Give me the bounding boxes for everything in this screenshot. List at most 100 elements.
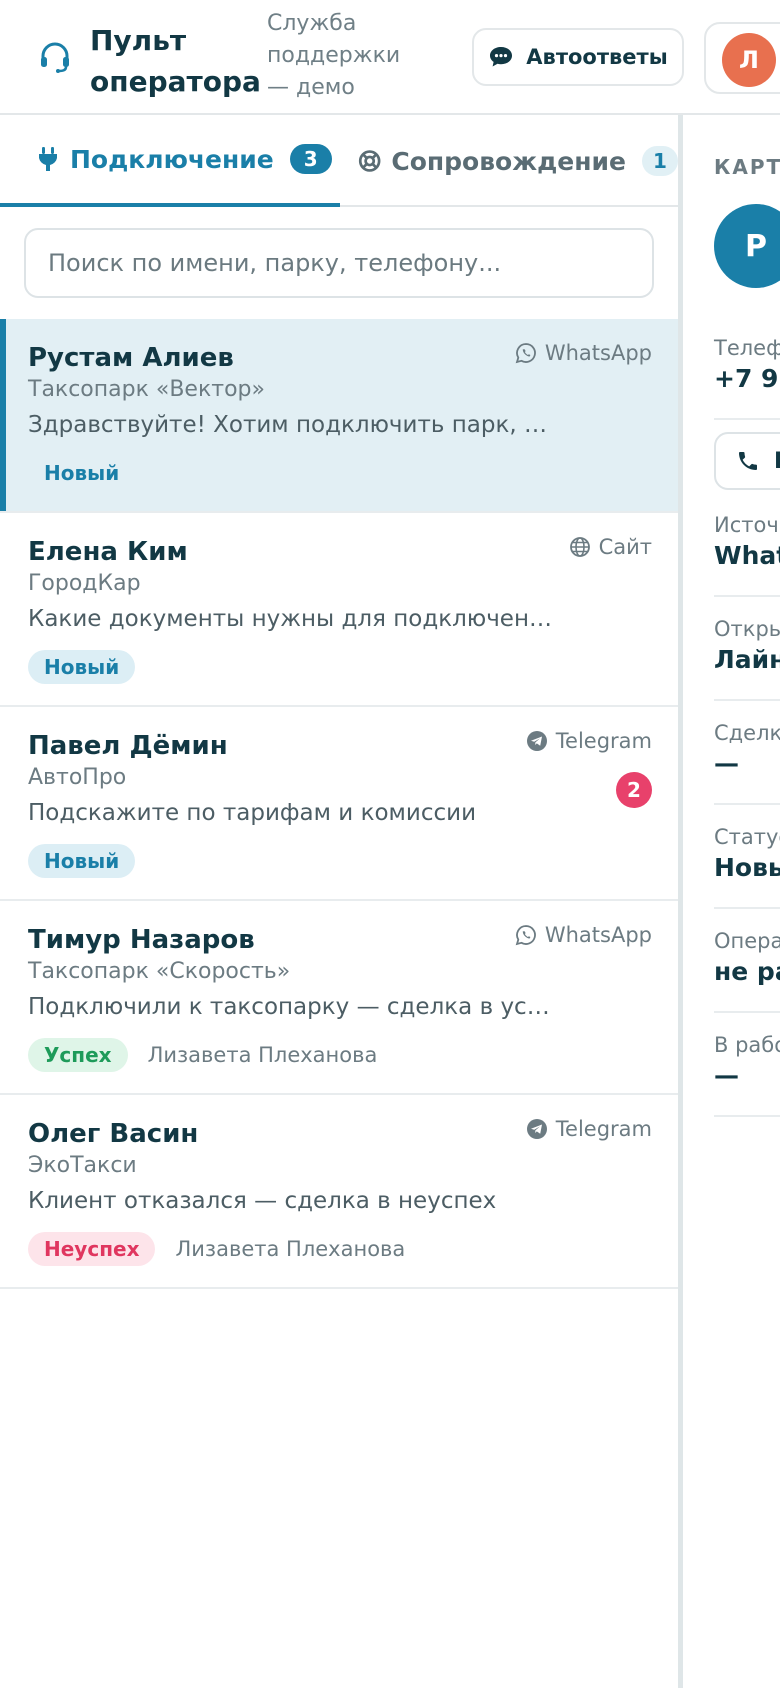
status-badge: Неуспех — [28, 1232, 156, 1266]
tab-connection-label: Подключение — [70, 144, 274, 174]
operator-value: не ра — [714, 957, 780, 986]
field-divider — [714, 418, 780, 420]
conversation-footer: Новый — [28, 650, 136, 684]
channel: Сайт — [569, 535, 652, 559]
autoreplies-button[interactable]: Автоответы — [472, 28, 684, 86]
client-name: Павел Дёмин — [28, 731, 228, 761]
conversation-panel: Подключение 3 Сопровождение 1 Рустам Али… — [0, 115, 678, 1688]
search-input[interactable] — [24, 228, 654, 298]
conversation-footer: Неуспех Лизавета Плеханова — [28, 1232, 405, 1266]
telegram-icon — [526, 731, 547, 751]
client-park: ГородКар — [28, 571, 141, 596]
top-header: Пульт оператора Служба поддержки — демо … — [0, 0, 780, 115]
status-badge: Успех — [28, 1038, 128, 1072]
conversation-item[interactable]: Тимур Назаров Таксопарк «Скорость» Подкл… — [0, 901, 678, 1095]
whatsapp-icon — [515, 925, 536, 946]
last-message: Подскажите по тарифам и комиссии — [28, 800, 477, 826]
field-divider — [714, 803, 780, 805]
phone-icon — [739, 452, 757, 470]
conversation-item[interactable]: Елена Ким ГородКар Какие документы нужны… — [0, 513, 678, 707]
plug-icon — [39, 147, 57, 171]
status-field: Статус Новый — [714, 825, 780, 882]
channel: WhatsApp — [515, 341, 652, 365]
status-badge: Новый — [28, 844, 136, 878]
status-badge: Новый — [44, 461, 120, 485]
inwork-field: В работе — — [714, 1033, 780, 1090]
conversation-footer: Новый — [28, 456, 135, 490]
channel: Telegram — [526, 1117, 652, 1141]
conversation-item[interactable]: Павел Дёмин АвтоПро Подскажите по тарифа… — [0, 707, 678, 901]
client-card: КАРТОЧКА КЛИЕНТА Р Телефон +7 92 П Источ… — [683, 115, 780, 1688]
assigned-operator: Лизавета Плеханова — [147, 1043, 378, 1067]
conversation-footer: Новый — [28, 844, 136, 878]
channel-label: Telegram — [555, 1117, 652, 1141]
telegram-icon — [526, 1119, 547, 1139]
status-value: Новый — [714, 853, 780, 882]
deal-value: — — [714, 749, 739, 778]
tab-connection[interactable]: Подключение 3 — [0, 115, 340, 207]
field-divider — [714, 1011, 780, 1013]
operator-label: Оператор — [714, 929, 780, 953]
client-park: ЭкоТакси — [28, 1153, 137, 1178]
client-avatar: Р — [714, 204, 780, 288]
conversation-item[interactable]: Рустам Алиев Таксопарк «Вектор» Здравств… — [0, 319, 678, 513]
client-name: Рустам Алиев — [28, 343, 234, 373]
call-button[interactable]: П — [714, 432, 780, 490]
phone-field: Телефон +7 92 — [714, 336, 780, 393]
client-name: Тимур Назаров — [28, 925, 255, 955]
client-park: Таксопарк «Скорость» — [28, 959, 291, 984]
field-divider — [714, 595, 780, 597]
client-park: Таксопарк «Вектор» — [28, 377, 265, 402]
globe-icon — [569, 537, 590, 557]
channel: Telegram — [526, 729, 652, 753]
status-label: Статус — [714, 825, 780, 849]
call-button-label: П — [774, 449, 780, 474]
opened-field: Открыт Лайн — [714, 617, 780, 674]
headset-icon — [41, 42, 69, 73]
lifebuoy-icon — [358, 150, 381, 172]
card-title: КАРТОЧКА КЛИЕНТА — [714, 155, 780, 179]
opened-label: Открыт — [714, 617, 780, 641]
client-name: Елена Ким — [28, 537, 188, 567]
conversation-item[interactable]: Олег Васин ЭкоТакси Клиент отказался — с… — [0, 1095, 678, 1289]
channel-label: Сайт — [598, 535, 652, 559]
tab-support-label: Сопровождение — [391, 146, 626, 176]
client-name: Олег Васин — [28, 1119, 199, 1149]
field-divider — [714, 699, 780, 701]
last-message: Клиент отказался — сделка в неуспех — [28, 1188, 497, 1214]
deal-field: Сделка — — [714, 721, 780, 778]
operator-field: Оператор не ра — [714, 929, 780, 986]
status-badge: Новый — [28, 650, 136, 684]
last-message: Подключили к таксопарку — сделка в успех — [28, 994, 558, 1020]
conversation-footer: Успех Лизавета Плеханова — [28, 1038, 377, 1072]
assigned-operator: Лизавета Плеханова — [175, 1237, 406, 1261]
channel-label: Telegram — [555, 729, 652, 753]
tab-connection-count: 3 — [289, 144, 332, 174]
operator-console: Пульт оператора Служба поддержки — демо … — [0, 0, 780, 1688]
client-park: АвтоПро — [28, 765, 127, 790]
user-menu[interactable]: Л — [704, 22, 780, 94]
field-divider — [714, 907, 780, 909]
channel-label: WhatsApp — [544, 923, 652, 947]
whatsapp-icon — [515, 343, 536, 364]
last-message: Здравствуйте! Хотим подключить парк, ско… — [28, 412, 558, 438]
field-divider — [714, 1115, 780, 1117]
tab-support-count: 1 — [642, 146, 678, 176]
deal-label: Сделка — [714, 721, 780, 745]
last-message: Какие документы нужны для подключения па… — [28, 606, 558, 632]
conversation-list: Рустам Алиев Таксопарк «Вектор» Здравств… — [0, 319, 678, 1289]
channel-label: WhatsApp — [544, 341, 652, 365]
opened-value: Лайн — [714, 645, 780, 674]
tab-support[interactable]: Сопровождение 1 — [358, 115, 678, 207]
chat-bubble-icon — [490, 47, 513, 67]
phone-value: +7 92 — [714, 364, 780, 393]
autoreplies-label: Автоответы — [526, 45, 668, 69]
app-subtitle: Служба поддержки — демо — [267, 11, 401, 100]
source-label: Источник — [714, 513, 780, 537]
queue-tabs: Подключение 3 Сопровождение 1 — [0, 115, 678, 207]
app-title: Пульт оператора — [90, 24, 261, 98]
inwork-value: — — [714, 1061, 739, 1090]
source-value: WhatsApp — [714, 541, 780, 570]
channel: WhatsApp — [515, 923, 652, 947]
source-field: Источник WhatsApp — [714, 513, 780, 570]
